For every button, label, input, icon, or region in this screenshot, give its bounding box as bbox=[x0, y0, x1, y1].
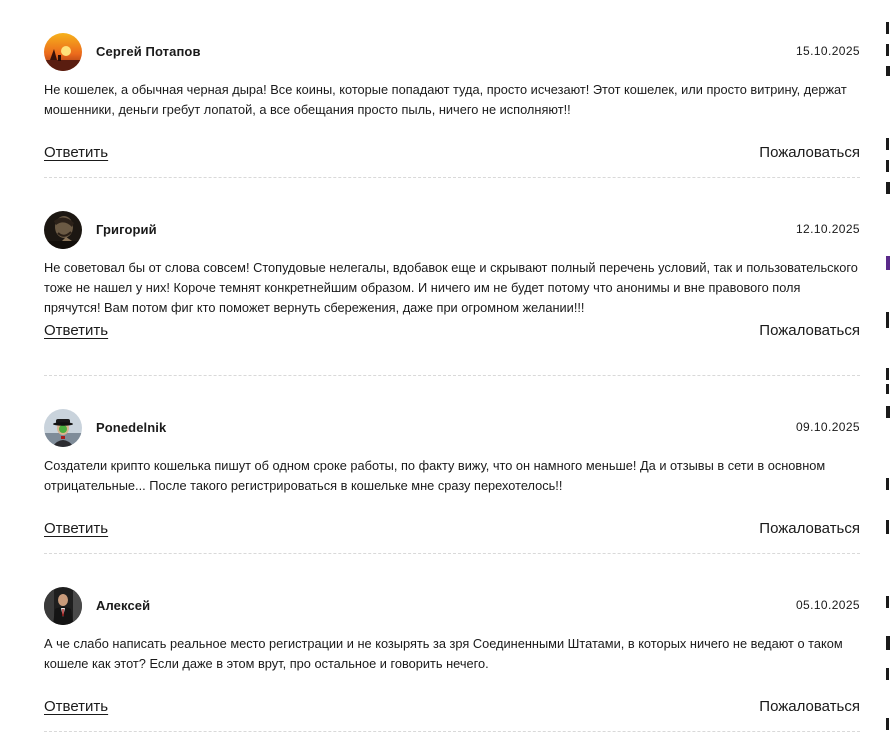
sidebar-fragment bbox=[886, 478, 889, 490]
sidebar-edge-clipped bbox=[884, 0, 890, 755]
comment-text: Не советовал бы от слова совсем! Стопудо… bbox=[44, 260, 858, 315]
comment-text: Создатели крипто кошелька пишут об одном… bbox=[44, 458, 826, 493]
suited-man-avatar-icon bbox=[44, 587, 82, 625]
sidebar-fragment bbox=[886, 596, 889, 608]
reply-link[interactable]: Ответить bbox=[44, 144, 108, 161]
sidebar-fragment bbox=[886, 368, 889, 380]
comment-header: Алексей 05.10.2025 bbox=[44, 587, 860, 625]
report-link[interactable]: Пожаловаться bbox=[759, 520, 860, 537]
comment-actions: Ответить Пожаловаться bbox=[44, 322, 860, 342]
comment-date: 15.10.2025 bbox=[795, 44, 860, 58]
comment-item: Сергей Потапов 15.10.2025 Не кошелек, а … bbox=[44, 0, 860, 178]
sidebar-fragment bbox=[886, 636, 890, 650]
reply-link[interactable]: Ответить bbox=[44, 520, 108, 537]
comment-text: Не кошелек, а обычная черная дыра! Все к… bbox=[44, 82, 847, 117]
reply-link[interactable]: Ответить bbox=[44, 322, 108, 339]
comment-actions: Ответить Пожаловаться bbox=[44, 520, 860, 540]
comment-header: Григорий 12.10.2025 bbox=[44, 211, 860, 249]
comment-item: Ponedelnik 09.10.2025 Создатели крипто к… bbox=[44, 376, 860, 554]
sidebar-fragment bbox=[886, 718, 889, 730]
comment-date: 09.10.2025 bbox=[795, 420, 860, 434]
sidebar-fragment bbox=[886, 406, 890, 418]
avatar bbox=[44, 211, 82, 249]
report-link[interactable]: Пожаловаться bbox=[759, 144, 860, 161]
avatar bbox=[44, 409, 82, 447]
dark-portrait-avatar-icon bbox=[44, 211, 82, 249]
sidebar-fragment bbox=[886, 668, 889, 680]
comment-author: Алексей bbox=[96, 598, 151, 613]
comment-author: Сергей Потапов bbox=[96, 44, 201, 59]
comment-header: Сергей Потапов 15.10.2025 bbox=[44, 33, 860, 71]
sidebar-fragment bbox=[886, 44, 889, 56]
sidebar-fragment bbox=[886, 138, 889, 150]
sidebar-fragment bbox=[886, 160, 889, 172]
comments-list: Сергей Потапов 15.10.2025 Не кошелек, а … bbox=[44, 0, 860, 732]
comment-item: Григорий 12.10.2025 Не советовал бы от с… bbox=[44, 178, 860, 376]
sunset-avatar-icon bbox=[44, 33, 82, 71]
comment-actions: Ответить Пожаловаться bbox=[44, 698, 860, 718]
sidebar-fragment bbox=[886, 66, 890, 76]
comment-author: Григорий bbox=[96, 222, 157, 237]
reply-link[interactable]: Ответить bbox=[44, 698, 108, 715]
sidebar-fragment bbox=[886, 312, 889, 328]
sidebar-fragment bbox=[886, 182, 890, 194]
sidebar-fragment bbox=[886, 22, 889, 34]
sidebar-fragment bbox=[886, 384, 889, 394]
avatar bbox=[44, 33, 82, 71]
comment-date: 05.10.2025 bbox=[795, 598, 860, 612]
comment-item: Алексей 05.10.2025 А че слабо написать р… bbox=[44, 554, 860, 732]
report-link[interactable]: Пожаловаться bbox=[759, 698, 860, 715]
comment-header: Ponedelnik 09.10.2025 bbox=[44, 409, 860, 447]
sidebar-fragment bbox=[886, 256, 890, 270]
avatar bbox=[44, 587, 82, 625]
comment-actions: Ответить Пожаловаться bbox=[44, 144, 860, 164]
comment-date: 12.10.2025 bbox=[795, 222, 860, 236]
sidebar-fragment bbox=[886, 520, 889, 534]
comment-text: А че слабо написать реальное место регис… bbox=[44, 636, 843, 671]
comment-author: Ponedelnik bbox=[96, 420, 167, 435]
bowler-hat-avatar-icon bbox=[44, 409, 82, 447]
report-link[interactable]: Пожаловаться bbox=[759, 322, 860, 339]
